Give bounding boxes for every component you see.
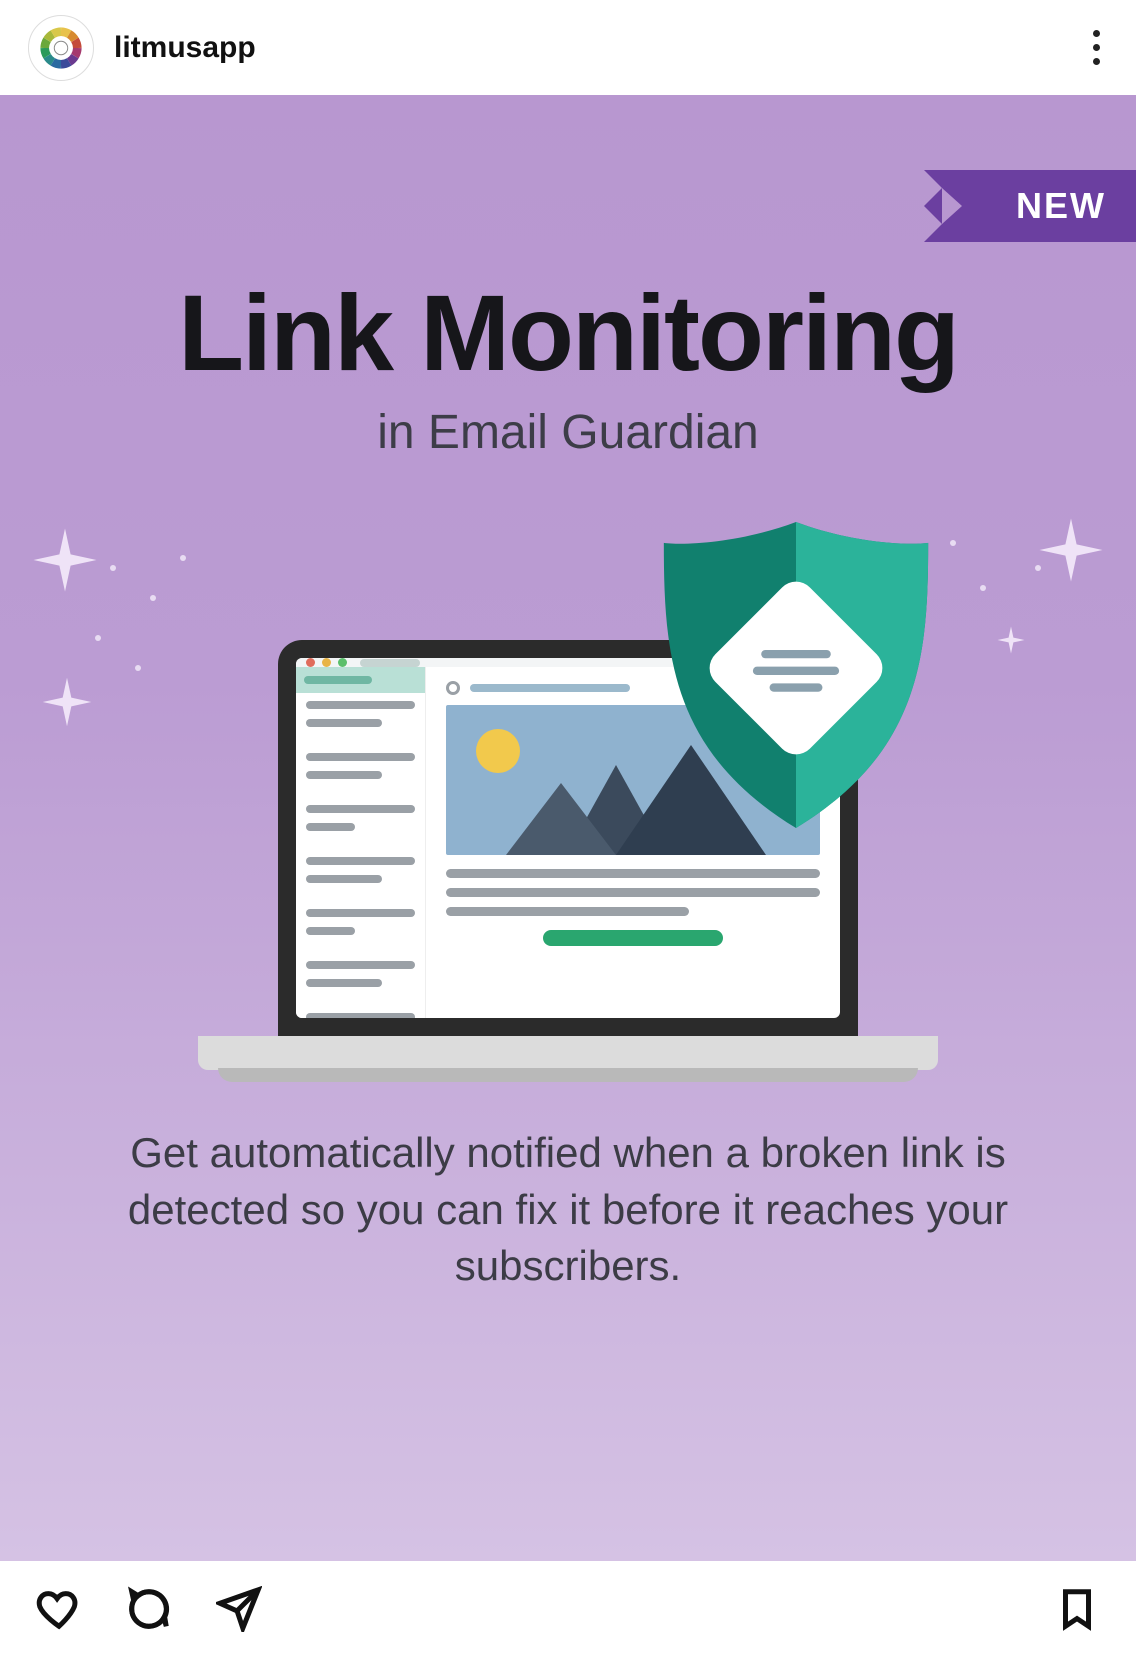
more-vertical-icon [1093, 30, 1100, 37]
sparkle-icon [30, 525, 100, 595]
headline: Link Monitoring [0, 270, 1136, 395]
subheadline: in Email Guardian [0, 405, 1136, 460]
body-copy: Get automatically notified when a broken… [70, 1125, 1066, 1295]
new-ribbon: NEW [960, 170, 1136, 242]
post-header: litmusapp [0, 0, 1136, 95]
username[interactable]: litmusapp [114, 31, 256, 65]
email-list-panel [296, 667, 426, 1018]
like-button[interactable] [34, 1584, 84, 1634]
sparkle-icon [1036, 515, 1106, 585]
post-action-bar [0, 1561, 1136, 1656]
save-button[interactable] [1052, 1584, 1102, 1634]
sparkle-icon [40, 675, 94, 729]
bookmark-icon [1054, 1586, 1100, 1632]
decorative-dot [180, 555, 186, 561]
decorative-dot [980, 585, 986, 591]
color-wheel-logo-icon [37, 24, 85, 72]
decorative-dot [95, 635, 101, 641]
decorative-dot [150, 595, 156, 601]
decorative-dot [135, 665, 141, 671]
comment-icon [126, 1586, 172, 1632]
comment-button[interactable] [124, 1584, 174, 1634]
decorative-dot [950, 540, 956, 546]
heart-icon [36, 1586, 82, 1632]
more-options-button[interactable] [1085, 22, 1108, 73]
email-cta-button [543, 930, 723, 946]
ribbon-label: NEW [1016, 185, 1106, 227]
post-image[interactable]: NEW Link Monitoring in Email Guardian [0, 95, 1136, 1561]
avatar[interactable] [28, 15, 94, 81]
decorative-dot [110, 565, 116, 571]
decorative-dot [1035, 565, 1041, 571]
sparkle-icon [996, 625, 1026, 655]
paper-plane-icon [216, 1586, 262, 1632]
share-button[interactable] [214, 1584, 264, 1634]
shield-icon [656, 515, 936, 835]
